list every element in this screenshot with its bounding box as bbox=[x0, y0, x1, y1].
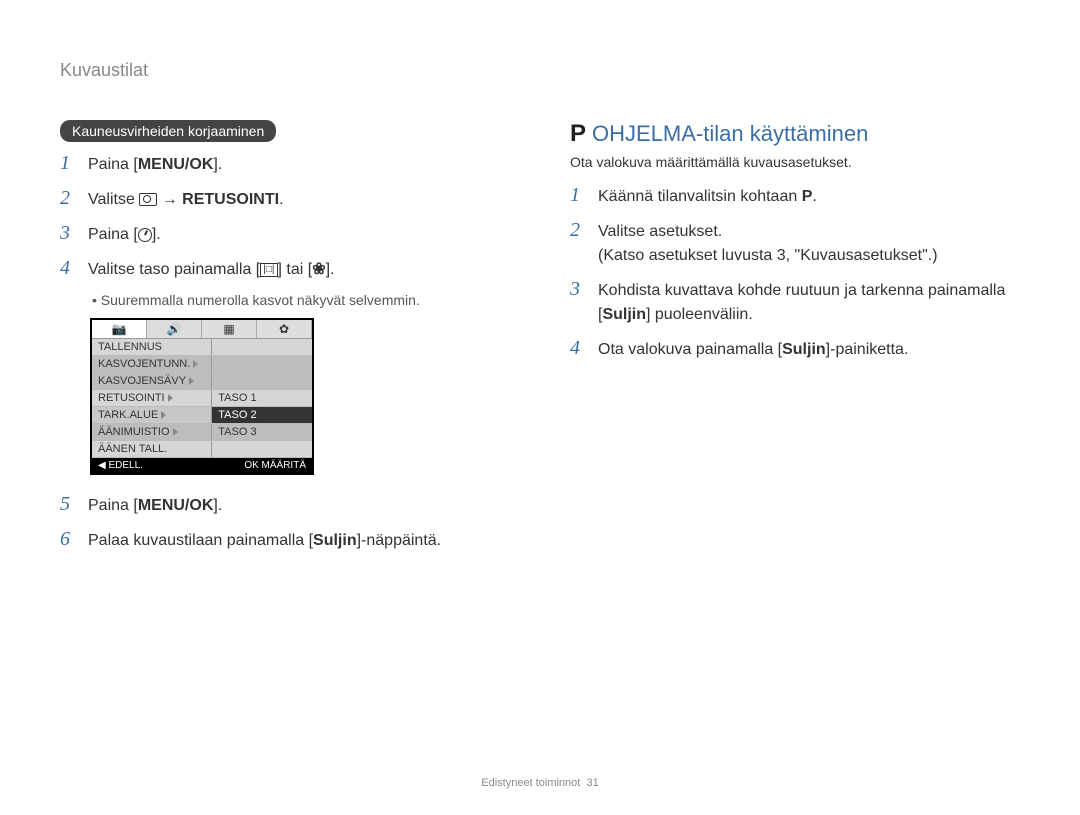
macro-icon: ❀ bbox=[312, 258, 325, 282]
menu-row-label: KASVOJENTUNN. bbox=[92, 356, 212, 372]
menu-footer-back: ◀ EDELL. bbox=[92, 458, 202, 473]
step-5: 5 Paina [MENU/OK]. bbox=[60, 493, 510, 518]
camera-tab-settings-icon: ✿ bbox=[257, 320, 312, 338]
step-text-arrow: → bbox=[157, 191, 182, 208]
step-text-pre: Käännä tilanvalitsin kohtaan bbox=[598, 188, 802, 205]
menu-row-label: ÄÄNEN TALL. bbox=[92, 441, 212, 457]
step-text-pre: Valitse taso painamalla [ bbox=[88, 261, 260, 278]
step-1: 1 Käännä tilanvalitsin kohtaan P. bbox=[570, 184, 1020, 209]
step-text-post: ]. bbox=[152, 226, 161, 243]
camera-icon bbox=[139, 193, 157, 206]
menu-row-value-selected: TASO 2 bbox=[212, 407, 312, 423]
step-number: 3 bbox=[60, 222, 76, 245]
left-column: Kauneusvirheiden korjaaminen 1 Paina [ME… bbox=[60, 60, 510, 563]
step-3: 3 Kohdista kuvattava kohde ruutuun ja ta… bbox=[570, 278, 1020, 327]
step-text-pre: Paina [ bbox=[88, 497, 138, 514]
step-text-post: . bbox=[812, 188, 816, 205]
menu-row-value: TASO 3 bbox=[212, 424, 312, 440]
step-number: 2 bbox=[570, 219, 586, 242]
step-number: 1 bbox=[570, 184, 586, 207]
step-text-pre: Ota valokuva painamalla [ bbox=[598, 341, 782, 358]
camera-tab-camera-icon: 📷 bbox=[92, 320, 147, 338]
step-4-bullet: Suuremmalla numerolla kasvot näkyvät sel… bbox=[92, 292, 510, 308]
step-text-pre: Palaa kuvaustilaan painamalla [ bbox=[88, 532, 313, 549]
section-intro: Ota valokuva määrittämällä kuvausasetuks… bbox=[570, 154, 1020, 170]
step-text-post: ]-painiketta. bbox=[826, 341, 909, 358]
step-3: 3 Paina []. bbox=[60, 222, 510, 247]
step-text-post: ]. bbox=[213, 497, 222, 514]
step-text-post: ]-näppäintä. bbox=[357, 532, 442, 549]
footer-page-number: 31 bbox=[586, 777, 598, 789]
step-number: 4 bbox=[570, 337, 586, 360]
chevron-right-icon bbox=[189, 377, 194, 385]
step-text-pre: Paina [ bbox=[88, 226, 138, 243]
step-text-mid: ] tai [ bbox=[278, 261, 313, 278]
menu-row-label: KASVOJENSÄVY bbox=[92, 373, 212, 389]
step-2: 2 Valitse → RETUSOINTI. bbox=[60, 187, 510, 212]
step-6: 6 Palaa kuvaustilaan painamalla [Suljin]… bbox=[60, 528, 510, 553]
step-number: 3 bbox=[570, 278, 586, 301]
menu-row-label: TALLENNUS bbox=[92, 339, 212, 355]
menu-row-label: TARK.ALUE bbox=[92, 407, 212, 423]
menu-row-value bbox=[212, 441, 312, 457]
step-number: 4 bbox=[60, 257, 76, 280]
step-2: 2 Valitse asetukset. (Katso asetukset lu… bbox=[570, 219, 1020, 268]
timer-icon bbox=[138, 228, 152, 242]
step-text-pre: Paina [ bbox=[88, 156, 138, 173]
menu-row-label: ÄÄNIMUISTIO bbox=[92, 424, 212, 440]
chevron-right-icon bbox=[173, 428, 178, 436]
page-footer: Edistyneet toiminnot 31 bbox=[0, 777, 1080, 789]
right-column: POHJELMA-tilan käyttäminen Ota valokuva … bbox=[570, 60, 1020, 563]
step-text-bold: Suljin bbox=[782, 341, 826, 358]
footer-section: Edistyneet toiminnot bbox=[481, 777, 580, 789]
step-number: 2 bbox=[60, 187, 76, 210]
camera-menu-screenshot: 📷 🔊 ▦ ✿ TALLENNUS KASVOJENTUNN. KASVOJEN… bbox=[90, 318, 314, 475]
step-number: 1 bbox=[60, 152, 76, 175]
menu-row-value bbox=[212, 373, 312, 389]
step-4: 4 Valitse taso painamalla [|□|] tai [❀]. bbox=[60, 257, 510, 282]
chevron-right-icon bbox=[161, 411, 166, 419]
section-pill-beauty-fix: Kauneusvirheiden korjaaminen bbox=[60, 120, 276, 142]
mode-letter-icon: P bbox=[570, 120, 586, 147]
step-text-post: ]. bbox=[213, 156, 222, 173]
section-heading: POHJELMA-tilan käyttäminen bbox=[570, 120, 1020, 148]
step-text-bold: Suljin bbox=[602, 306, 646, 323]
step-text-line2: (Katso asetukset luvusta 3, "Kuvausasetu… bbox=[598, 247, 938, 264]
menu-row-value: TASO 1 bbox=[212, 390, 312, 406]
step-4: 4 Ota valokuva painamalla [Suljin]-paini… bbox=[570, 337, 1020, 362]
step-text-bold: Suljin bbox=[313, 532, 357, 549]
breadcrumb: Kuvaustilat bbox=[60, 60, 148, 81]
step-number: 5 bbox=[60, 493, 76, 516]
step-text-line1: Valitse asetukset. bbox=[598, 223, 722, 240]
disp-icon: |□| bbox=[260, 263, 277, 277]
step-text-pre: Valitse bbox=[88, 191, 139, 208]
step-text-bold: MENU/OK bbox=[138, 497, 214, 514]
menu-footer-ok: OK MÄÄRITÄ bbox=[202, 458, 312, 473]
step-text-post: . bbox=[279, 191, 283, 208]
menu-row-value bbox=[212, 356, 312, 372]
step-text-bold: RETUSOINTI bbox=[182, 191, 279, 208]
menu-row-value bbox=[212, 339, 312, 355]
step-1: 1 Paina [MENU/OK]. bbox=[60, 152, 510, 177]
step-text-post: ]. bbox=[326, 261, 335, 278]
camera-tab-display-icon: ▦ bbox=[202, 320, 257, 338]
menu-row-label: RETUSOINTI bbox=[92, 390, 212, 406]
step-text-bold: MENU/OK bbox=[138, 156, 214, 173]
step-text-bold: P bbox=[802, 188, 813, 205]
chevron-right-icon bbox=[168, 394, 173, 402]
heading-text: OHJELMA-tilan käyttäminen bbox=[592, 121, 868, 146]
chevron-right-icon bbox=[193, 360, 198, 368]
step-text-post: ] puoleenväliin. bbox=[646, 306, 753, 323]
camera-tab-sound-icon: 🔊 bbox=[147, 320, 202, 338]
step-number: 6 bbox=[60, 528, 76, 551]
